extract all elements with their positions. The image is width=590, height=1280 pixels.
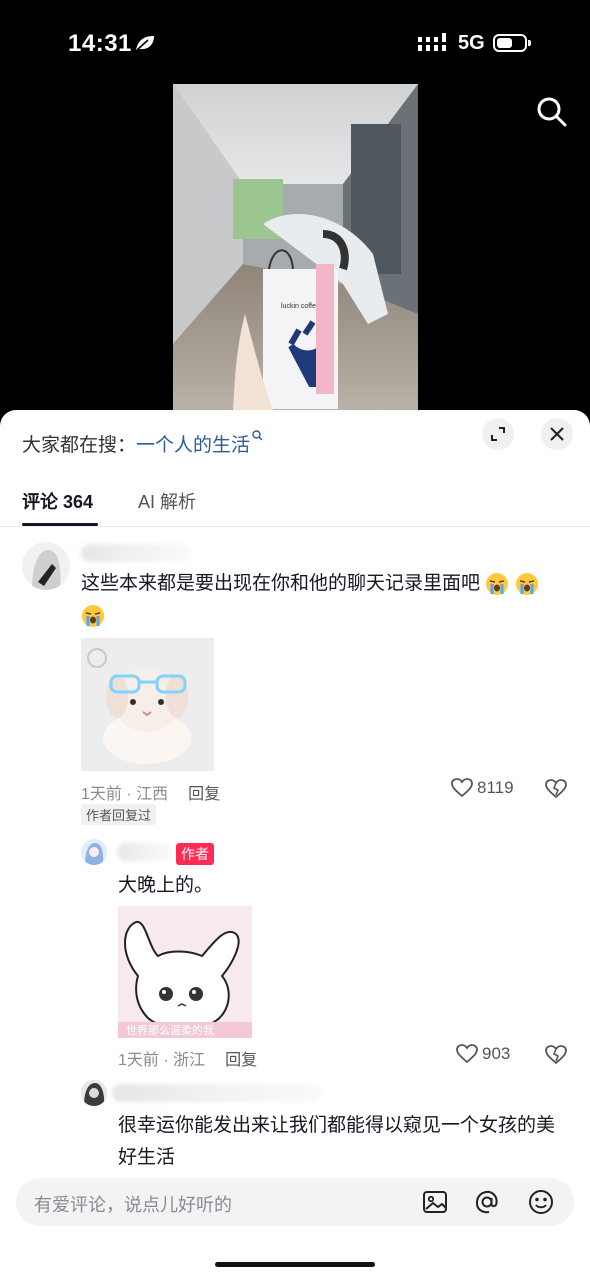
comment-input-placeholder: 有爱评论，说点儿好听的 (34, 1195, 232, 1215)
avatar-image (81, 1080, 107, 1106)
expand-button[interactable] (482, 418, 514, 450)
small-search-icon (252, 430, 263, 441)
username-blurred[interactable] (117, 843, 173, 861)
comment-time-location: 1天前 · 江西 (81, 786, 169, 803)
bunny-image (81, 638, 214, 771)
cup-brand-text: luckin coffee (281, 303, 320, 310)
comment-time-location: 1天前 · 浙江 (118, 1052, 206, 1069)
like-count: 8119 (477, 778, 514, 797)
close-icon (550, 427, 564, 441)
comment-image-sticker[interactable]: 世界那么温柔的我 (118, 906, 252, 1038)
dislike-icon[interactable] (545, 1045, 567, 1065)
avatar[interactable] (81, 839, 107, 865)
comment-sheet: 大家都在搜：一个人的生活 评论 364 AI 解析 这些本来都是要出现在你和他的… (0, 410, 590, 1280)
username-blurred[interactable] (112, 1084, 322, 1102)
trending-term[interactable]: 一个人的生活 (136, 435, 250, 456)
comment-image-bunny[interactable] (81, 638, 214, 771)
like-button[interactable]: 8119 (451, 778, 514, 798)
comment-tabs: 评论 364 AI 解析 (0, 488, 590, 527)
sticker-caption: 世界那么温柔的我 (126, 1023, 214, 1037)
comment-meta: 1天前 · 浙江 回复 (118, 1046, 257, 1070)
image-icon[interactable] (421, 1188, 449, 1216)
tab-underline (22, 523, 98, 526)
battery-icon (493, 34, 531, 52)
author-replied-tag: 作者回复过 (81, 804, 157, 825)
crying-emoji-icon (486, 572, 509, 595)
expand-icon (491, 427, 505, 441)
username-blurred[interactable] (81, 544, 191, 562)
crying-emoji-icon (515, 572, 538, 595)
heart-icon (456, 1044, 478, 1064)
search-icon[interactable] (536, 96, 568, 128)
sticker-image: 世界那么温柔的我 (118, 906, 252, 1038)
like-button[interactable]: 903 (456, 1044, 510, 1064)
comment-body: 这些本来都是要出现在你和他的聊天记录里面吧 (81, 573, 481, 594)
home-indicator (215, 1262, 375, 1267)
mention-icon[interactable] (473, 1188, 501, 1216)
network-type: 5G (458, 32, 485, 54)
status-time: 14:31 (68, 30, 132, 57)
avatar[interactable] (22, 542, 70, 590)
comment-input[interactable]: 有爱评论，说点儿好听的 (16, 1178, 574, 1226)
tab-ai-analysis[interactable]: AI 解析 (138, 488, 196, 514)
heart-icon (451, 778, 473, 798)
comment-text: 这些本来都是要出现在你和他的聊天记录里面吧 (81, 568, 561, 632)
avatar[interactable] (81, 1080, 107, 1106)
reply-button[interactable]: 回复 (225, 1052, 257, 1069)
video-preview[interactable]: luckin coffee (173, 84, 418, 410)
leaf-icon (136, 36, 154, 51)
close-button[interactable] (541, 418, 573, 450)
crying-emoji-icon (82, 604, 104, 627)
author-badge: 作者 (176, 843, 214, 865)
comment-text: 很幸运你能发出来让我们都能得以窥见一个女孩的美好生活 (118, 1115, 556, 1168)
comment-meta: 1天前 · 江西 回复 (81, 780, 220, 804)
trending-search[interactable]: 大家都在搜：一个人的生活 (22, 430, 263, 457)
avatar-image (81, 839, 107, 865)
comment-text: 大晚上的。 (118, 875, 214, 896)
status-bar: 14:31 5G (0, 0, 590, 84)
dislike-icon[interactable] (545, 779, 567, 799)
like-count: 903 (482, 1044, 511, 1063)
emoji-icon[interactable] (527, 1188, 555, 1216)
tab-comments[interactable]: 评论 364 (22, 488, 93, 514)
trending-prefix: 大家都在搜： (22, 435, 137, 456)
signal-icon (418, 33, 446, 51)
video-frame-image: luckin coffee (173, 84, 418, 410)
avatar-image (22, 542, 70, 590)
reply-button[interactable]: 回复 (188, 786, 220, 803)
